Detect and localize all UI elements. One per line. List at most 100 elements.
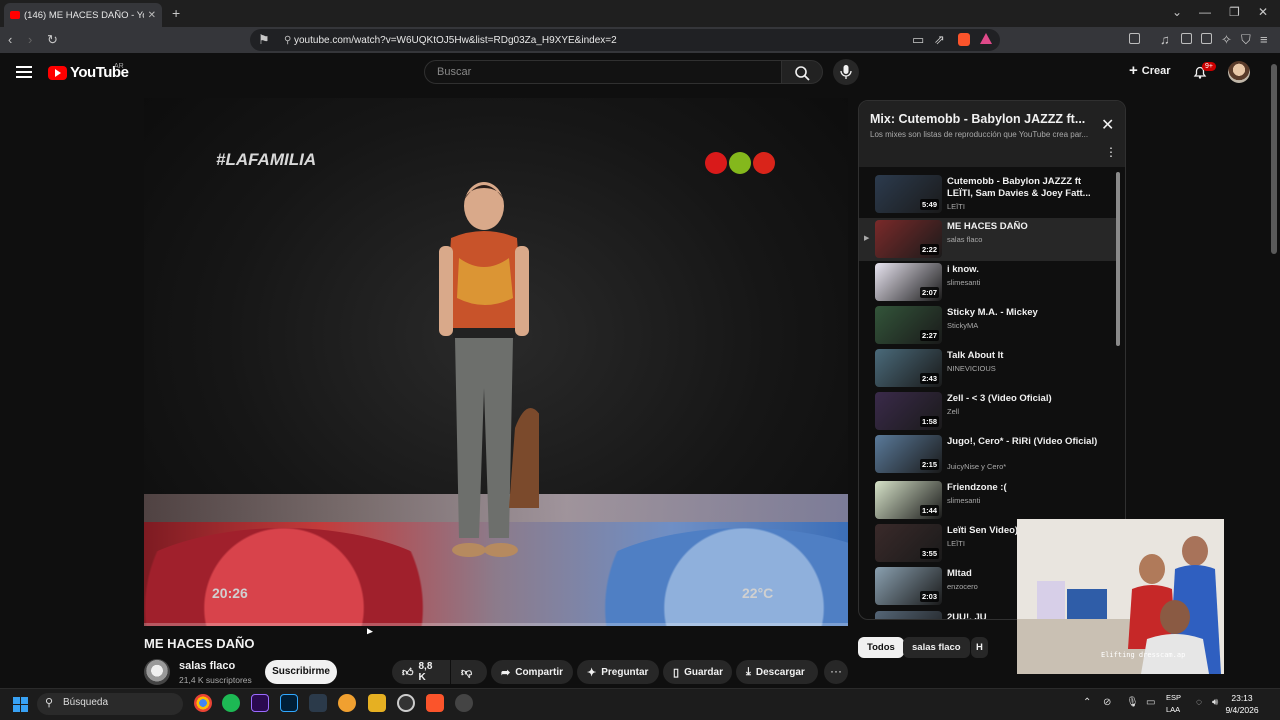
subscriber-count: 21,4 K suscriptores [179,675,252,685]
mic-tray-icon[interactable]: 🎙︎ [1126,697,1139,708]
playlist-item-channel: NINEVICIOUS [947,364,996,373]
video-progress-bar[interactable] [144,623,848,626]
fl-studio-app-icon[interactable] [338,694,356,712]
network-off-icon[interactable]: ⊘ [1103,697,1111,708]
keyboard-tray-icon[interactable]: ▭ [1146,697,1155,708]
playlist-item-thumbnail[interactable]: 2:03 [875,567,942,605]
search-input[interactable]: Buscar [424,60,782,84]
input-language[interactable]: ESP [1166,693,1181,702]
playlist-item-channel: LEÏTI [947,202,965,211]
playlist-item-thumbnail[interactable]: 2:43 [875,349,942,387]
spotify-app-icon[interactable] [222,694,240,712]
playlist-item[interactable]: 2:43 Talk About It NINEVICIOUS [859,347,1117,390]
sidebar-toggle-icon[interactable] [1129,33,1140,44]
ask-button[interactable]: ✦ Preguntar [577,660,659,684]
close-playlist-icon[interactable]: ✕ [1101,115,1114,135]
playlist-item-thumbnail[interactable]: 2:15 [875,435,942,473]
share-button[interactable]: ➦ Compartir [491,660,573,684]
account-avatar[interactable] [1228,61,1250,83]
media-icon[interactable]: ♫ [1160,32,1170,47]
playlist-item-thumbnail[interactable]: 2:07 [875,263,942,301]
voice-search-button[interactable] [833,59,859,85]
playlist-item-thumbnail[interactable]: 1:44 [875,481,942,519]
playlist-item-thumbnail[interactable]: 2:27 [875,306,942,344]
new-tab-button[interactable]: + [172,5,180,21]
brave-app-icon[interactable] [426,694,444,712]
playlist-item[interactable]: 2:15 Jugo!, Cero* - RiRi (Video Oficial) J… [859,433,1117,476]
windows-start-icon[interactable] [13,697,28,712]
maps-app-icon[interactable] [455,694,473,712]
chip-all[interactable]: Todos [858,637,904,658]
brave-shields-icon[interactable] [958,33,970,46]
input-layout[interactable]: LAA [1166,705,1180,714]
reading-list-icon[interactable] [1181,33,1192,44]
playlist-title[interactable]: Mix: Cutemobb - Babylon JAZZZ ft... [870,112,1085,126]
playlist-item-thumbnail[interactable]: 3:55 [875,524,942,562]
chip-channel[interactable]: salas flaco [903,637,970,658]
wifi-icon[interactable]: ◌ [1196,697,1202,708]
save-button[interactable]: ▯ Guardar [663,660,732,684]
maximize-icon[interactable]: ❐ [1229,5,1240,19]
wallet-icon[interactable] [1201,33,1212,44]
tab-search-icon[interactable]: ⌄ [1172,5,1182,19]
playlist-menu-icon[interactable]: ⋮ [1105,145,1117,159]
playlist-item-thumbnail[interactable] [875,611,942,619]
download-label: Descargar [755,666,805,678]
site-info-icon[interactable]: ⚲ [284,35,291,46]
browser-menu-icon[interactable]: ≡ [1260,32,1268,47]
back-icon[interactable]: ‹ [8,32,12,47]
playlist-scrollbar[interactable] [1116,172,1120,346]
playlist-item[interactable]: 1:58 Zell - < 3 (Video Oficial) Zell [859,390,1117,433]
thumbs-down-icon: 👎︎ [461,666,473,679]
file-explorer-icon[interactable] [368,694,386,712]
channel-name[interactable]: salas flaco [179,660,235,672]
volume-icon[interactable]: 🔊︎ [1212,697,1218,708]
clock-time[interactable]: 23:13 [1220,693,1264,703]
channel-avatar[interactable] [144,659,170,685]
brave-rewards-icon[interactable] [980,33,992,44]
search-button[interactable] [781,60,823,84]
subscribe-button[interactable]: Suscribirme [265,660,337,684]
download-button[interactable]: ⤓ Descargar [736,660,818,684]
photoshop-app-icon[interactable] [280,694,298,712]
reload-icon[interactable]: ↻ [47,32,58,48]
chrome-app-icon[interactable] [194,694,212,712]
forward-icon[interactable]: › [28,32,32,47]
leo-ai-icon[interactable]: ✧ [1221,32,1232,48]
close-window-icon[interactable]: ✕ [1258,5,1268,19]
playlist-item[interactable]: 1:44 Friendzone :(slimesanti [859,479,1117,522]
share-page-icon[interactable]: ⇗ [934,32,945,48]
guide-menu-icon[interactable] [16,66,32,78]
chip-more[interactable]: H [971,637,988,658]
page-scrollbar[interactable] [1271,64,1277,254]
tray-overflow-icon[interactable]: ⌃ [1083,697,1091,708]
playlist-item[interactable]: 5:49 Cutemobb - Babylon JAZZZ ft LEÏTI, S… [859,173,1117,216]
browser-tab[interactable]: (146) ME HACES DAÑO - You ✕ [4,3,162,27]
bookmark-icon[interactable]: ⚑ [258,32,270,48]
close-tab-icon[interactable]: ✕ [148,10,156,21]
create-button[interactable]: + Crear [1129,62,1171,79]
playlist-item-title: Talk About It [947,350,1004,361]
playlist-item-thumbnail[interactable]: 2:22 [875,220,942,258]
playlist-item-thumbnail[interactable]: 5:49 [875,175,942,213]
playlist-item-title: Cutemobb - Babylon JAZZZ ft LEÏTI, Sam D… [947,176,1091,199]
playlist-item-thumbnail[interactable]: 1:58 [875,392,942,430]
obs-app-icon[interactable] [397,694,415,712]
youtube-play-icon [48,65,67,80]
playlist-item[interactable]: ▶ 2:22 ME HACES DAÑO salas flaco [859,218,1117,261]
premiere-app-icon[interactable] [251,694,269,712]
taskbar-search[interactable]: ⚲ Búsqueda [37,693,183,715]
playlist-item[interactable]: 2:27 Sticky M.A. - Mickey StickyMA [859,304,1117,347]
more-actions-button[interactable]: ··· [824,660,848,684]
vpn-icon[interactable]: ⛉ [1241,32,1251,48]
screenshot-icon[interactable]: ▭ [912,32,924,48]
playlist-item[interactable]: 2:07 i know. slimesanti [859,261,1117,304]
davinci-app-icon[interactable] [309,694,327,712]
dislike-button[interactable]: 👎︎ [451,660,487,684]
omnibox[interactable]: ⚲ youtube.com/watch?v=W6UQKtOJ5Hw&list=R… [250,29,1000,51]
like-button[interactable]: 👍︎ 8,8 K [392,660,450,684]
video-player[interactable]: #LAFAMILIA 20:26 22°C [144,98,848,626]
clock-date[interactable]: 9/4/2026 [1220,705,1264,715]
minimize-icon[interactable]: — [1199,5,1211,19]
playlist-item-duration: 2:22 [919,244,939,255]
